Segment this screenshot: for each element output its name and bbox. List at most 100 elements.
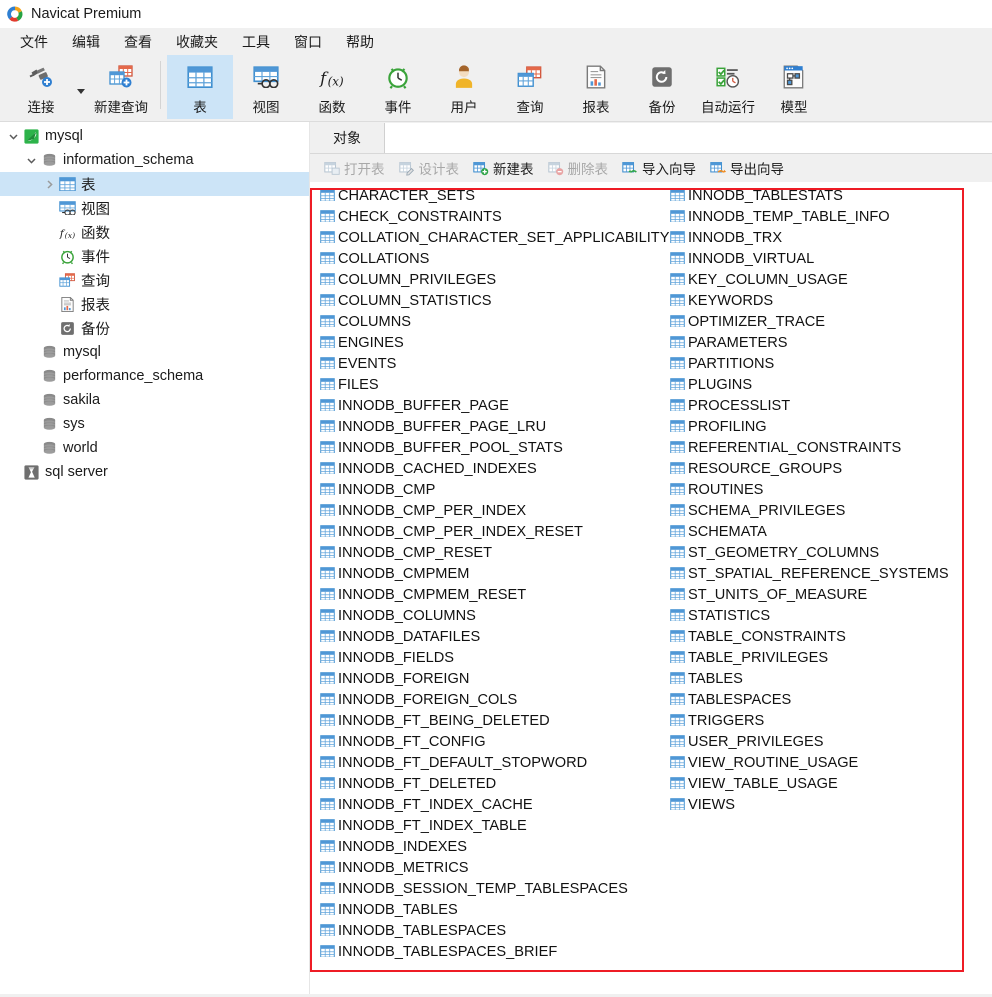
- table-list-item[interactable]: INNODB_CMPMEM_RESET: [320, 584, 668, 605]
- table-list-item[interactable]: CHECK_CONSTRAINTS: [320, 206, 668, 227]
- table-list-item[interactable]: INNODB_FOREIGN_COLS: [320, 689, 668, 710]
- table-list-item[interactable]: INNODB_FT_CONFIG: [320, 731, 668, 752]
- menu-view[interactable]: 查看: [112, 29, 164, 55]
- table-list-item[interactable]: ROUTINES: [670, 479, 968, 500]
- table-list-item[interactable]: ST_GEOMETRY_COLUMNS: [670, 542, 968, 563]
- sidebar-item-sys[interactable]: sys: [0, 412, 309, 436]
- table-list-item[interactable]: TABLE_CONSTRAINTS: [670, 626, 968, 647]
- table-list-item[interactable]: OPTIMIZER_TRACE: [670, 311, 968, 332]
- table-list-item[interactable]: INNODB_CMP_RESET: [320, 542, 668, 563]
- table-list-item[interactable]: INNODB_TABLES: [320, 899, 668, 920]
- sidebar-item-mysql[interactable]: mysql: [0, 124, 309, 148]
- toolbar-button-event-clock[interactable]: 事件: [365, 55, 431, 119]
- menu-favorites[interactable]: 收藏夹: [164, 29, 230, 55]
- table-list-item[interactable]: INNODB_FOREIGN: [320, 668, 668, 689]
- table-list-item[interactable]: STATISTICS: [670, 605, 968, 626]
- menu-file[interactable]: 文件: [8, 29, 60, 55]
- table-list-item[interactable]: INNODB_INDEXES: [320, 836, 668, 857]
- sidebar-item--[interactable]: 备份: [0, 316, 309, 340]
- sidebar-item--[interactable]: 表: [0, 172, 309, 196]
- table-list-item[interactable]: INNODB_SESSION_TEMP_TABLESPACES: [320, 878, 668, 899]
- table-list-item[interactable]: COLLATION_CHARACTER_SET_APPLICABILITY: [320, 227, 669, 248]
- table-list-item[interactable]: INNODB_TABLESPACES_BRIEF: [320, 941, 668, 962]
- toolbar-button-report-document[interactable]: 报表: [563, 55, 629, 119]
- table-list-item[interactable]: VIEW_TABLE_USAGE: [670, 773, 968, 794]
- table-list-item[interactable]: USER_PRIVILEGES: [670, 731, 968, 752]
- table-list-item[interactable]: COLUMNS: [320, 311, 668, 332]
- table-list-item[interactable]: PARAMETERS: [670, 332, 968, 353]
- table-list-area[interactable]: CHARACTER_SETS CHECK_CONSTRAINTS COLLATI…: [310, 182, 992, 994]
- table-list-item[interactable]: INNODB_VIRTUAL: [670, 248, 968, 269]
- sidebar-item-mysql[interactable]: mysql: [0, 340, 309, 364]
- table-list-item[interactable]: PROFILING: [670, 416, 968, 437]
- table-list-item[interactable]: KEY_COLUMN_USAGE: [670, 269, 968, 290]
- toolbar-button-table-grid[interactable]: 表: [167, 55, 233, 119]
- table-list-item[interactable]: COLLATIONS: [320, 248, 668, 269]
- table-list-item[interactable]: FILES: [320, 374, 668, 395]
- table-list-item[interactable]: COLUMN_PRIVILEGES: [320, 269, 668, 290]
- sidebar-item-sakila[interactable]: sakila: [0, 388, 309, 412]
- table-list-item[interactable]: COLUMN_STATISTICS: [320, 290, 668, 311]
- toolbar-button-query[interactable]: 查询: [497, 55, 563, 119]
- table-list-item[interactable]: INNODB_CMPMEM: [320, 563, 668, 584]
- table-list-item[interactable]: KEYWORDS: [670, 290, 968, 311]
- object-toolbar-export-wizard[interactable]: 导出向导: [704, 156, 790, 180]
- table-list-item[interactable]: INNODB_CMP: [320, 479, 668, 500]
- connection-dropdown-caret-icon[interactable]: [74, 55, 88, 119]
- table-list-item[interactable]: INNODB_BUFFER_PAGE: [320, 395, 668, 416]
- table-list-item[interactable]: VIEW_ROUTINE_USAGE: [670, 752, 968, 773]
- table-list-item[interactable]: INNODB_BUFFER_PAGE_LRU: [320, 416, 668, 437]
- connection-tree-sidebar[interactable]: mysql information_schema 表 视图 f (x) 函数 事…: [0, 122, 310, 994]
- table-list-item[interactable]: TRIGGERS: [670, 710, 968, 731]
- table-list-item[interactable]: ST_SPATIAL_REFERENCE_SYSTEMS: [670, 563, 968, 584]
- table-list-item[interactable]: INNODB_FT_INDEX_CACHE: [320, 794, 668, 815]
- object-toolbar-new-table[interactable]: 新建表: [467, 156, 540, 180]
- table-list-item[interactable]: INNODB_DATAFILES: [320, 626, 668, 647]
- table-list-item[interactable]: INNODB_FT_DELETED: [320, 773, 668, 794]
- table-list-item[interactable]: REFERENTIAL_CONSTRAINTS: [670, 437, 968, 458]
- table-list-item[interactable]: INNODB_CMP_PER_INDEX_RESET: [320, 521, 668, 542]
- sidebar-item--[interactable]: 事件: [0, 244, 309, 268]
- sidebar-item--[interactable]: 视图: [0, 196, 309, 220]
- sidebar-item--[interactable]: 查询: [0, 268, 309, 292]
- table-list-item[interactable]: TABLESPACES: [670, 689, 968, 710]
- table-list-item[interactable]: INNODB_COLUMNS: [320, 605, 668, 626]
- table-list-item[interactable]: PARTITIONS: [670, 353, 968, 374]
- table-list-item[interactable]: ENGINES: [320, 332, 668, 353]
- table-list-item[interactable]: RESOURCE_GROUPS: [670, 458, 968, 479]
- table-list-item[interactable]: INNODB_TEMP_TABLE_INFO: [670, 206, 968, 227]
- table-list-item[interactable]: EVENTS: [320, 353, 668, 374]
- table-list-item[interactable]: INNODB_CACHED_INDEXES: [320, 458, 668, 479]
- table-list-item[interactable]: INNODB_TABLESTATS: [670, 185, 968, 206]
- menu-window[interactable]: 窗口: [282, 29, 334, 55]
- toolbar-button-model-diagram[interactable]: 模型: [761, 55, 827, 119]
- toolbar-button-connection-plug[interactable]: 连接: [8, 55, 74, 119]
- table-list-item[interactable]: PROCESSLIST: [670, 395, 968, 416]
- table-list-item[interactable]: INNODB_TRX: [670, 227, 968, 248]
- table-list-item[interactable]: INNODB_FIELDS: [320, 647, 668, 668]
- table-list-item[interactable]: TABLE_PRIVILEGES: [670, 647, 968, 668]
- table-list-item[interactable]: SCHEMA_PRIVILEGES: [670, 500, 968, 521]
- menu-help[interactable]: 帮助: [334, 29, 386, 55]
- table-list-item[interactable]: INNODB_FT_INDEX_TABLE: [320, 815, 668, 836]
- sidebar-item--[interactable]: 报表: [0, 292, 309, 316]
- table-list-item[interactable]: CHARACTER_SETS: [320, 185, 668, 206]
- toolbar-button-new-query[interactable]: 新建查询: [88, 55, 154, 119]
- toolbar-button-function-fx[interactable]: f (x) 函数: [299, 55, 365, 119]
- toolbar-button-automation-schedule[interactable]: 自动运行: [695, 55, 761, 119]
- table-list-item[interactable]: INNODB_FT_BEING_DELETED: [320, 710, 668, 731]
- table-list-item[interactable]: TABLES: [670, 668, 968, 689]
- sidebar-item-performance_schema[interactable]: performance_schema: [0, 364, 309, 388]
- chevron-down-icon[interactable]: [4, 131, 22, 142]
- table-list-item[interactable]: ST_UNITS_OF_MEASURE: [670, 584, 968, 605]
- menu-edit[interactable]: 编辑: [60, 29, 112, 55]
- table-list-item[interactable]: INNODB_CMP_PER_INDEX: [320, 500, 668, 521]
- toolbar-button-view[interactable]: 视图: [233, 55, 299, 119]
- table-list-item[interactable]: SCHEMATA: [670, 521, 968, 542]
- chevron-down-icon[interactable]: [22, 155, 40, 166]
- table-list-item[interactable]: VIEWS: [670, 794, 968, 815]
- chevron-right-icon[interactable]: [40, 179, 58, 190]
- sidebar-item-world[interactable]: world: [0, 436, 309, 460]
- object-toolbar-import-wizard[interactable]: 导入向导: [616, 156, 702, 180]
- table-list-item[interactable]: INNODB_BUFFER_POOL_STATS: [320, 437, 668, 458]
